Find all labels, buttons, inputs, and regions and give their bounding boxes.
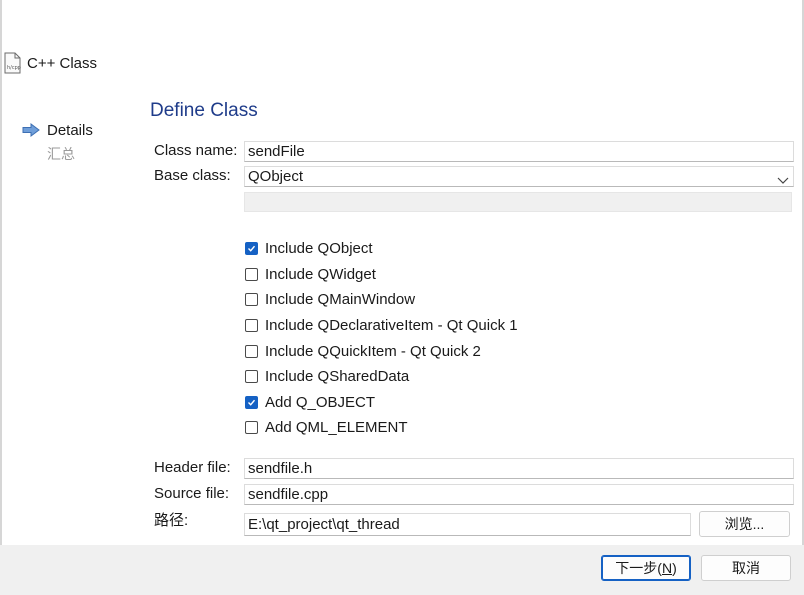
next-button-label: 下一步( [615, 560, 662, 576]
include-qobject-checkbox[interactable]: Include QObject [245, 238, 373, 258]
nav-item-summary[interactable]: 汇总 [22, 142, 93, 166]
source-file-input[interactable]: sendfile.cpp [244, 484, 794, 505]
checkbox-unchecked-icon [245, 369, 258, 383]
wizard-button-bar: 下一步(N) 取消 [0, 545, 804, 595]
svg-text:h/cpp: h/cpp [7, 65, 21, 71]
checkbox-label: Include QMainWindow [265, 290, 416, 308]
add-qml-element-checkbox[interactable]: Add QML_ELEMENT [245, 417, 408, 437]
header-file-input[interactable]: sendfile.h [244, 458, 794, 479]
wizard-steps-nav: Details 汇总 [22, 118, 93, 166]
wizard-window: h/cpp C++ Class Details 汇总 Define Class … [0, 0, 804, 595]
include-qwidget-checkbox[interactable]: Include QWidget [245, 264, 376, 284]
browse-button[interactable]: 浏览... [699, 511, 790, 537]
wizard-title-text: C++ Class [27, 54, 98, 72]
checkbox-unchecked-icon [245, 420, 258, 434]
next-button[interactable]: 下一步(N) [601, 555, 691, 581]
checkbox-unchecked-icon [245, 267, 258, 281]
checkbox-unchecked-icon [245, 292, 258, 306]
include-qshareddata-checkbox[interactable]: Include QSharedData [245, 366, 409, 386]
cpp-file-icon: h/cpp [4, 52, 21, 74]
base-class-value: QObject [248, 168, 304, 185]
disabled-base-class-field [244, 192, 792, 212]
nav-item-details-label: Details [47, 121, 93, 139]
checkbox-label: Include QWidget [265, 265, 376, 283]
class-name-input[interactable]: sendFile [244, 141, 794, 162]
path-label: 路径: [154, 512, 189, 529]
checkbox-label: Include QDeclarativeItem - Qt Quick 1 [265, 316, 518, 334]
path-input[interactable]: E:\qt_project\qt_thread [244, 513, 691, 536]
chevron-down-icon [777, 171, 789, 184]
add-q-object-checkbox[interactable]: Add Q_OBJECT [245, 392, 375, 412]
checkbox-unchecked-icon [245, 344, 258, 358]
wizard-title: h/cpp C++ Class [4, 52, 97, 74]
cancel-button[interactable]: 取消 [701, 555, 791, 581]
current-step-arrow-icon [22, 123, 40, 137]
base-class-label: Base class: [154, 167, 231, 184]
next-button-suffix: ) [672, 560, 677, 576]
nav-item-details[interactable]: Details [22, 118, 93, 142]
source-file-label: Source file: [154, 485, 230, 502]
next-button-mnemonic: N [661, 560, 673, 576]
checkbox-label: Add Q_OBJECT [265, 393, 376, 411]
include-qdeclarativeitem-checkbox[interactable]: Include QDeclarativeItem - Qt Quick 1 [245, 315, 518, 335]
class-name-label: Class name: [154, 142, 238, 159]
window-left-border [0, 0, 2, 545]
checkbox-label: Add QML_ELEMENT [265, 418, 408, 436]
include-qmainwindow-checkbox[interactable]: Include QMainWindow [245, 289, 415, 309]
include-qquickitem-checkbox[interactable]: Include QQuickItem - Qt Quick 2 [245, 341, 481, 361]
nav-item-summary-label: 汇总 [47, 146, 75, 162]
checkbox-unchecked-icon [245, 318, 258, 332]
base-class-select[interactable]: QObject [244, 166, 794, 187]
checkbox-label: Include QSharedData [265, 367, 410, 385]
page-heading: Define Class [150, 100, 258, 121]
checkbox-label: Include QQuickItem - Qt Quick 2 [265, 342, 481, 360]
checkbox-label: Include QObject [265, 239, 373, 257]
checkbox-checked-icon [245, 395, 258, 409]
header-file-label: Header file: [154, 459, 231, 476]
checkbox-checked-icon [245, 241, 258, 255]
